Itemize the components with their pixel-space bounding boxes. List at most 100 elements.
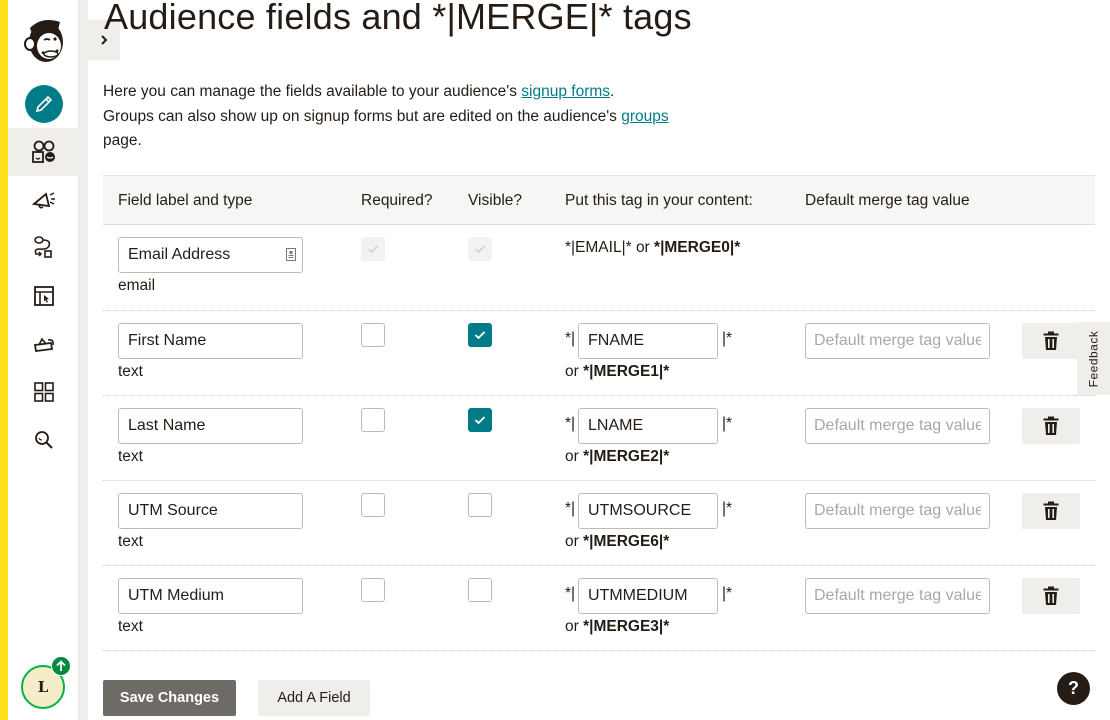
required-checkbox[interactable] xyxy=(361,408,385,432)
tag-suffix: |* xyxy=(722,415,733,432)
merge-tag-input[interactable] xyxy=(578,323,718,359)
table-row-utmsource: text *| |* or *|MERGE6|* xyxy=(103,481,1095,566)
help-button[interactable]: ? xyxy=(1057,672,1090,705)
tag-prefix: *| xyxy=(565,500,576,517)
groups-link[interactable]: groups xyxy=(621,108,668,125)
tag-prefix: *| xyxy=(565,330,576,347)
field-label-input[interactable] xyxy=(118,237,303,273)
grid-icon xyxy=(33,382,54,402)
email-tag-text: *|EMAIL|* or xyxy=(565,239,655,256)
save-changes-button[interactable]: Save Changes xyxy=(103,680,236,716)
merge-tag: *|MERGE0|* xyxy=(654,239,741,256)
field-label-input[interactable] xyxy=(118,323,303,359)
tag-suffix: |* xyxy=(722,500,733,517)
merge-tag-input[interactable] xyxy=(578,578,718,614)
nav-integrations[interactable] xyxy=(8,320,79,368)
trash-icon xyxy=(1043,331,1059,350)
table-row-lname: text *| |* or *|MERGE2|* xyxy=(103,396,1095,481)
merge-tag: *|MERGE2|* xyxy=(583,448,670,465)
nav-audience[interactable] xyxy=(8,128,79,176)
or-label: or xyxy=(565,448,584,465)
intro-text-1: Here you can manage the fields available… xyxy=(103,83,522,100)
nav-campaigns[interactable] xyxy=(8,176,79,224)
integrations-icon xyxy=(33,337,54,353)
brand-stripe xyxy=(0,0,8,720)
intro-text: Here you can manage the fields available… xyxy=(103,80,743,154)
upgrade-badge[interactable] xyxy=(51,656,71,676)
check-icon xyxy=(474,331,486,340)
default-value-input[interactable] xyxy=(805,408,990,444)
add-field-button[interactable]: Add A Field xyxy=(258,680,370,716)
merge-tag-input[interactable] xyxy=(578,493,718,529)
delete-field-button[interactable] xyxy=(1022,493,1080,529)
visible-checkbox[interactable] xyxy=(468,493,492,517)
required-checkbox[interactable] xyxy=(361,323,385,347)
merge-alias: or *|MERGE1|* xyxy=(565,363,669,381)
table-row-email: email *|EMAIL|* or *|MERGE0|* xyxy=(103,225,1095,311)
search-icon xyxy=(34,431,53,449)
feedback-label: Feedback xyxy=(1086,330,1101,387)
visible-checkbox[interactable] xyxy=(468,578,492,602)
audience-icon xyxy=(31,140,55,163)
check-icon xyxy=(474,245,486,254)
table-row-fname: text *| |* or *|MERGE1|* xyxy=(103,311,1095,396)
check-icon xyxy=(367,245,379,254)
field-label-input[interactable] xyxy=(118,408,303,444)
avatar-initial: L xyxy=(37,678,49,696)
mailchimp-logo[interactable] xyxy=(22,14,68,66)
intro-text-2: Groups can also show up on signup forms … xyxy=(103,107,622,125)
signup-forms-link[interactable]: signup forms xyxy=(521,83,610,100)
nav-automations[interactable] xyxy=(8,224,79,272)
sidebar: L xyxy=(8,0,79,720)
delete-field-button[interactable] xyxy=(1022,408,1080,444)
page-title: Audience fields and *|MERGE|* tags xyxy=(104,0,692,37)
nav-website[interactable] xyxy=(8,272,79,320)
field-label-input[interactable] xyxy=(118,578,303,614)
nav-dashboard[interactable] xyxy=(8,368,79,416)
tag-prefix: *| xyxy=(565,585,576,602)
email-merge-tag: *|EMAIL|* or *|MERGE0|* xyxy=(565,239,740,257)
merge-fields-table: Field label and type Required? Visible? … xyxy=(103,175,1095,651)
tag-prefix: *| xyxy=(565,415,576,432)
table-header: Field label and type Required? Visible? … xyxy=(103,175,1095,225)
intro-text-2-end: page. xyxy=(103,132,142,149)
sidebar-gutter xyxy=(79,0,88,720)
create-button[interactable] xyxy=(25,85,63,123)
field-type: text xyxy=(118,618,143,635)
arrow-up-icon xyxy=(56,660,66,671)
pencil-icon xyxy=(35,95,53,113)
required-checkbox[interactable] xyxy=(361,237,385,261)
required-checkbox[interactable] xyxy=(361,493,385,517)
delete-field-button[interactable] xyxy=(1022,323,1080,359)
website-icon xyxy=(33,286,54,306)
default-value-input[interactable] xyxy=(805,323,990,359)
merge-alias: or *|MERGE6|* xyxy=(565,533,669,551)
or-label: or xyxy=(565,618,584,635)
trash-icon xyxy=(1043,501,1059,520)
megaphone-icon xyxy=(31,192,55,209)
header-default: Default merge tag value xyxy=(805,192,970,209)
field-type: text xyxy=(118,363,143,380)
visible-checkbox[interactable] xyxy=(468,323,492,347)
visible-checkbox[interactable] xyxy=(468,237,492,261)
header-tag: Put this tag in your content: xyxy=(565,192,753,209)
merge-tag: *|MERGE1|* xyxy=(583,363,670,380)
trash-icon xyxy=(1043,416,1059,435)
delete-field-button[interactable] xyxy=(1022,578,1080,614)
merge-tag-input[interactable] xyxy=(578,408,718,444)
visible-checkbox[interactable] xyxy=(468,408,492,432)
required-checkbox[interactable] xyxy=(361,578,385,602)
header-required: Required? xyxy=(361,192,433,209)
merge-tag: *|MERGE3|* xyxy=(583,618,670,635)
automation-icon xyxy=(33,236,52,258)
nav-search[interactable] xyxy=(8,416,79,464)
tag-suffix: |* xyxy=(722,330,733,347)
default-value-input[interactable] xyxy=(805,578,990,614)
default-value-input[interactable] xyxy=(805,493,990,529)
feedback-tab[interactable]: Feedback xyxy=(1077,322,1110,395)
merge-tag: *|MERGE6|* xyxy=(583,533,670,550)
field-type: text xyxy=(118,533,143,550)
field-label-input[interactable] xyxy=(118,493,303,529)
header-visible: Visible? xyxy=(468,192,523,209)
merge-alias: or *|MERGE3|* xyxy=(565,618,669,636)
